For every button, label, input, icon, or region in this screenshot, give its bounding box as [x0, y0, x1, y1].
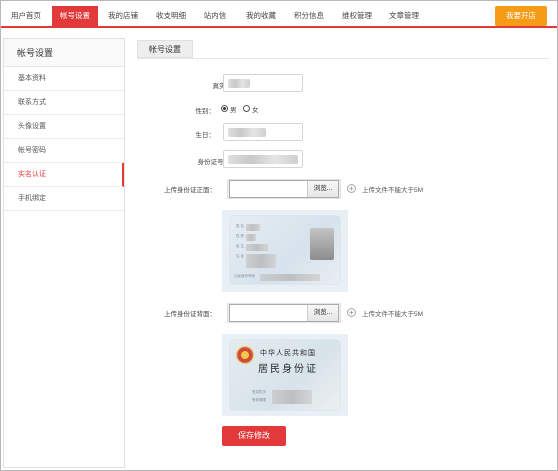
- sidebar-title: 帐号设置: [4, 39, 124, 67]
- page-title: 帐号设置: [137, 40, 193, 58]
- id-back-title-line2: 居民身份证: [258, 364, 318, 375]
- upload-front-hint: 上传文件不能大于5M: [362, 187, 424, 194]
- title-divider: [137, 58, 549, 59]
- tab-income-expense[interactable]: 收支明细: [148, 6, 194, 26]
- tab-account-settings[interactable]: 帐号设置: [52, 6, 98, 26]
- tab-articles[interactable]: 文章管理: [381, 6, 427, 26]
- gender-female-label: 女: [252, 107, 259, 114]
- main-panel: 帐号设置 真实名称： 性别： 男 女 生日： 身份证号： 上传身份证正面： 浏览…: [125, 38, 555, 468]
- id-card-front-image: 姓 名 性 别 出 生 住 址 公民身份号码: [230, 216, 340, 284]
- id-number-input[interactable]: [223, 150, 303, 168]
- tab-user-home[interactable]: 用户首页: [3, 6, 49, 26]
- birthday-input[interactable]: [223, 123, 303, 141]
- file-path: [230, 181, 308, 197]
- upload-back-hint: 上传文件不能大于5M: [362, 311, 424, 318]
- sidebar: 帐号设置 基本资料 联系方式 头像设置 帐号密码 实名认证 手机绑定: [3, 38, 125, 468]
- save-button[interactable]: 保存修改: [222, 426, 286, 446]
- redacted-value: [228, 155, 298, 164]
- id-card-front-preview: 姓 名 性 别 出 生 住 址 公民身份号码: [222, 210, 348, 292]
- gender-female-radio[interactable]: [243, 105, 250, 112]
- gender-male-label: 男: [230, 107, 237, 114]
- sidebar-item-basic-info[interactable]: 基本资料: [4, 67, 124, 91]
- upload-front-file-input[interactable]: 浏览...: [229, 180, 339, 198]
- id-number-label: 身份证号：: [197, 159, 231, 166]
- real-name-input[interactable]: [223, 74, 303, 92]
- tab-points[interactable]: 积分信息: [286, 6, 332, 26]
- gender-male-radio[interactable]: [221, 105, 228, 112]
- tab-inbox[interactable]: 站内信: [195, 6, 235, 26]
- id-back-title-line1: 中华人民共和国: [260, 349, 316, 357]
- gender-label: 性别：: [195, 108, 216, 115]
- upload-front-wrapper: 浏览...: [227, 179, 341, 199]
- national-emblem-icon: [236, 346, 254, 364]
- file-path: [230, 305, 308, 321]
- upload-front-browse-button[interactable]: 浏览...: [308, 181, 338, 197]
- upload-back-file-input[interactable]: 浏览...: [229, 304, 339, 322]
- top-nav: 用户首页 帐号设置 我的店铺 收支明细 站内信 我的收藏 积分信息 维权管理 文…: [1, 2, 557, 28]
- id-card-back-preview: 中华人民共和国 居民身份证 签发机关 有效期限: [222, 334, 348, 416]
- tab-rights[interactable]: 维权管理: [334, 6, 380, 26]
- sidebar-item-password[interactable]: 帐号密码: [4, 139, 124, 163]
- add-icon[interactable]: +: [347, 184, 356, 193]
- redacted-value: [228, 128, 266, 137]
- id-card-back-image: 中华人民共和国 居民身份证 签发机关 有效期限: [230, 340, 340, 410]
- upload-back-label: 上传身份证背面：: [164, 311, 216, 318]
- add-icon[interactable]: +: [347, 308, 356, 317]
- birthday-label: 生日：: [195, 132, 216, 139]
- tab-favorites[interactable]: 我的收藏: [238, 6, 284, 26]
- upload-back-browse-button[interactable]: 浏览...: [308, 305, 338, 321]
- upload-front-label: 上传身份证正面：: [164, 187, 216, 194]
- upload-back-wrapper: 浏览...: [227, 303, 341, 323]
- id-photo: [310, 228, 334, 260]
- open-shop-button[interactable]: 我要开店: [495, 6, 547, 26]
- redacted-value: [228, 79, 250, 88]
- tab-my-shop[interactable]: 我的店铺: [100, 6, 146, 26]
